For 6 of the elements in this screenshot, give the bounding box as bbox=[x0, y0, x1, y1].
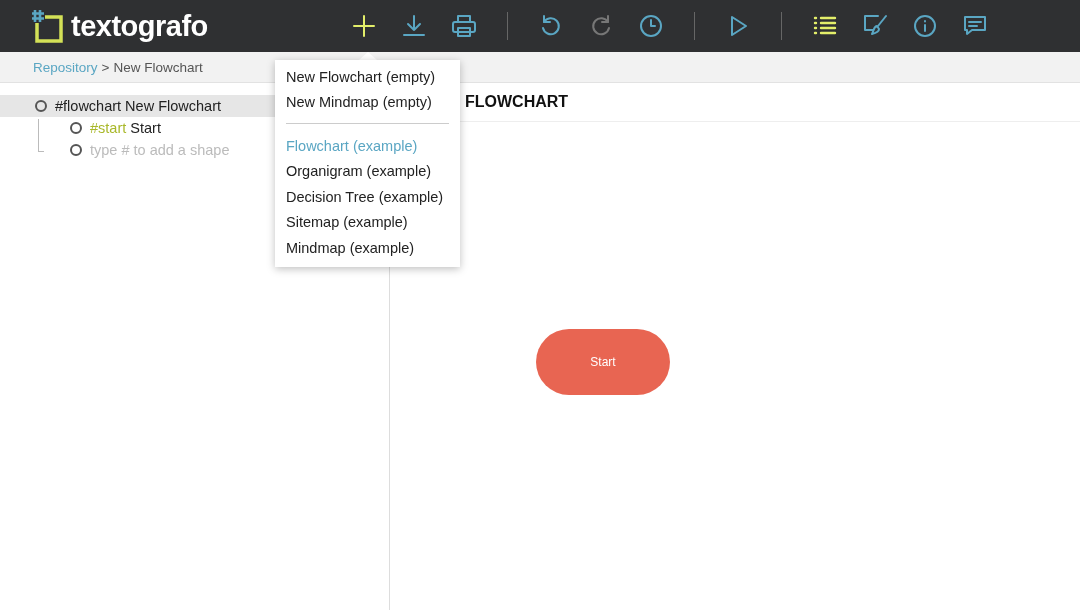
outline-text: #start Start bbox=[90, 120, 161, 136]
logo-text: textografo bbox=[71, 9, 208, 43]
diagram-title: FLOWCHART bbox=[465, 93, 569, 111]
outline-text: #flowchart New Flowchart bbox=[55, 98, 221, 114]
breadcrumb-current: New Flowchart bbox=[113, 59, 203, 75]
breadcrumb-separator: > bbox=[101, 59, 110, 75]
